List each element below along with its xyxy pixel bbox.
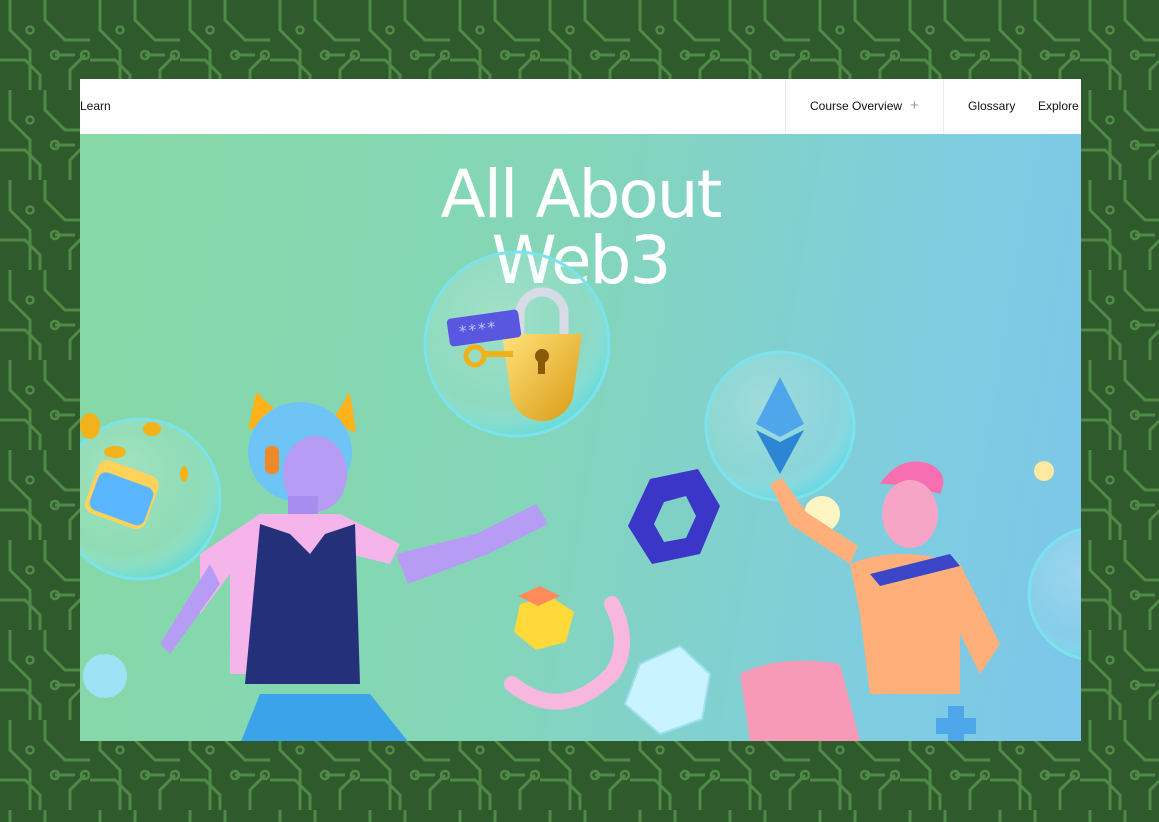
blue-orb	[83, 654, 127, 698]
partial-bubble	[1027, 527, 1081, 661]
fox-ear-character	[160, 392, 548, 741]
yellow-orb	[1034, 461, 1054, 481]
nav-glossary-link[interactable]: Glossary	[968, 99, 1015, 113]
blue-cross-shape	[936, 706, 976, 741]
blue-ring-shape	[628, 469, 720, 564]
yellow-cube-shape	[514, 586, 574, 650]
nav-learn-link[interactable]: Learn	[80, 99, 111, 113]
ice-crystal-shape	[623, 644, 712, 736]
ethereum-bubble	[704, 350, 856, 502]
top-navigation: Learn Course Overview + Glossary Explore	[80, 79, 1081, 135]
hero-section: All About Web3 ****	[80, 134, 1081, 741]
nav-divider	[943, 79, 944, 134]
browser-screenshot-frame: Learn Course Overview + Glossary Explore…	[80, 79, 1081, 741]
nav-course-overview[interactable]: Course Overview +	[810, 97, 919, 114]
hero-illustration: ****	[80, 250, 1081, 741]
nav-explore-link[interactable]: Explore	[1038, 99, 1079, 113]
plus-icon: +	[910, 97, 919, 114]
nav-course-overview-label: Course Overview	[810, 99, 903, 113]
wallet-coins-bubble	[80, 413, 222, 581]
nav-divider	[785, 79, 786, 134]
pink-hair-character	[740, 461, 1000, 741]
lock-password-bubble: ****	[423, 250, 611, 438]
